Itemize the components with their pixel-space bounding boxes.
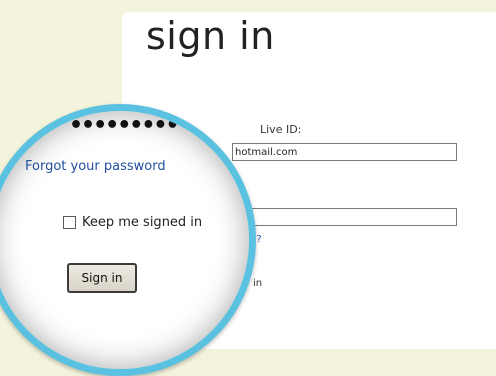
email-value: hotmail.com — [235, 147, 298, 158]
forgot-password-link[interactable]: Forgot your password — [25, 159, 166, 174]
keep-signed-in-partial: in — [253, 278, 263, 289]
keep-signed-in-checkbox[interactable] — [63, 216, 76, 229]
keep-signed-in-label: Keep me signed in — [82, 215, 203, 230]
live-id-label: Live ID: — [260, 123, 302, 136]
email-field[interactable]: hotmail.com — [232, 143, 457, 161]
sign-in-button[interactable]: Sign in — [67, 263, 137, 293]
password-field[interactable]: ••• — [232, 208, 457, 226]
page-title: sign in — [146, 14, 275, 58]
keep-signed-in-row[interactable]: Keep me signed in — [63, 215, 202, 230]
magnified-password-dots: ••••••••••• — [69, 113, 204, 138]
